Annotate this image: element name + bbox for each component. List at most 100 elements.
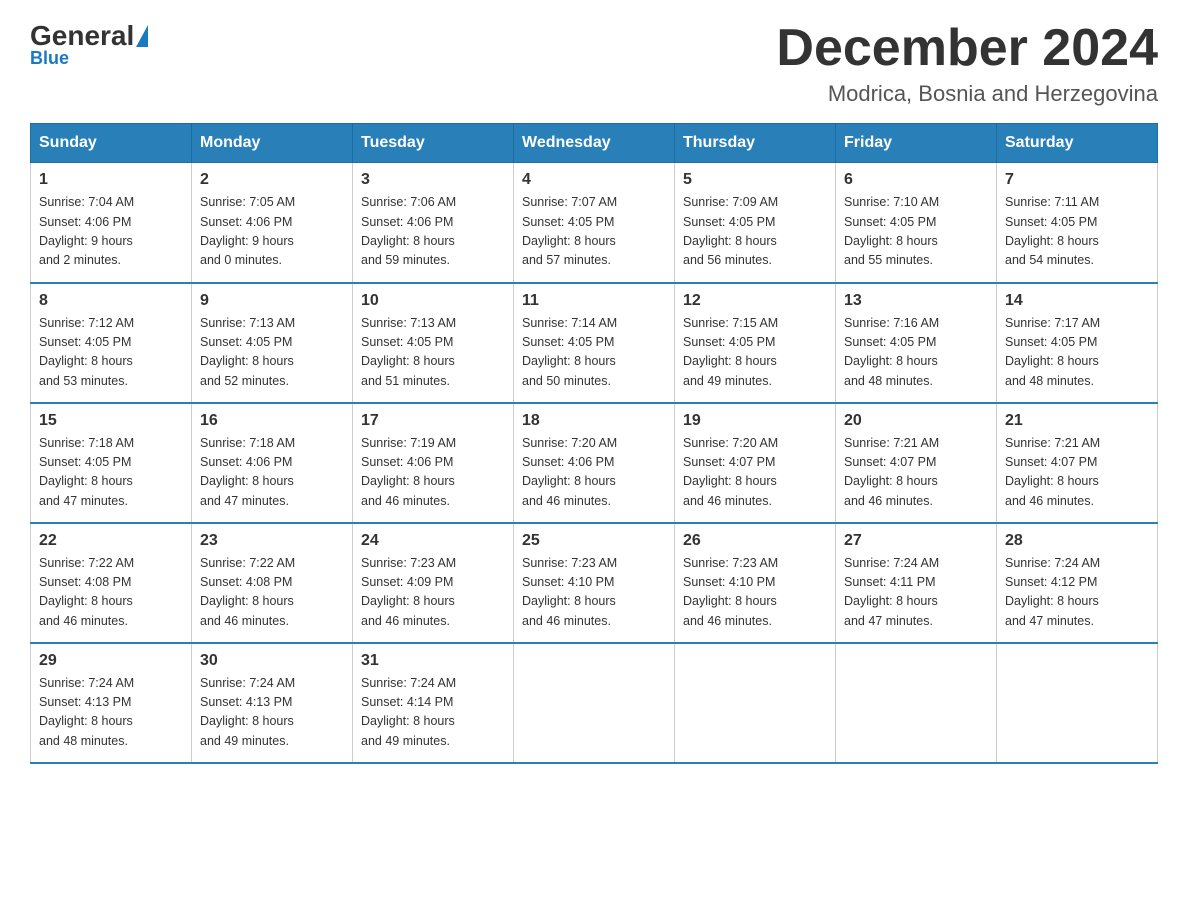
day-number: 7 xyxy=(1005,171,1149,189)
day-info: Sunrise: 7:07 AMSunset: 4:05 PMDaylight:… xyxy=(522,193,666,271)
header-monday: Monday xyxy=(192,124,353,163)
calendar-day-cell: 20 Sunrise: 7:21 AMSunset: 4:07 PMDaylig… xyxy=(836,403,997,523)
calendar-day-cell: 27 Sunrise: 7:24 AMSunset: 4:11 PMDaylig… xyxy=(836,523,997,643)
day-number: 15 xyxy=(39,412,183,430)
day-number: 14 xyxy=(1005,292,1149,310)
day-number: 11 xyxy=(522,292,666,310)
logo-triangle-icon xyxy=(136,25,148,47)
day-info: Sunrise: 7:10 AMSunset: 4:05 PMDaylight:… xyxy=(844,193,988,271)
day-info: Sunrise: 7:18 AMSunset: 4:05 PMDaylight:… xyxy=(39,434,183,512)
calendar-day-cell: 5 Sunrise: 7:09 AMSunset: 4:05 PMDayligh… xyxy=(675,163,836,283)
calendar-day-cell xyxy=(675,643,836,763)
day-info: Sunrise: 7:23 AMSunset: 4:10 PMDaylight:… xyxy=(683,554,827,632)
day-number: 1 xyxy=(39,171,183,189)
calendar-day-cell: 18 Sunrise: 7:20 AMSunset: 4:06 PMDaylig… xyxy=(514,403,675,523)
calendar-day-cell xyxy=(836,643,997,763)
day-number: 4 xyxy=(522,171,666,189)
day-info: Sunrise: 7:19 AMSunset: 4:06 PMDaylight:… xyxy=(361,434,505,512)
day-info: Sunrise: 7:24 AMSunset: 4:12 PMDaylight:… xyxy=(1005,554,1149,632)
calendar-day-cell: 7 Sunrise: 7:11 AMSunset: 4:05 PMDayligh… xyxy=(997,163,1158,283)
calendar-day-cell: 2 Sunrise: 7:05 AMSunset: 4:06 PMDayligh… xyxy=(192,163,353,283)
location-subtitle: Modrica, Bosnia and Herzegovina xyxy=(776,81,1158,107)
calendar-day-cell xyxy=(997,643,1158,763)
day-number: 19 xyxy=(683,412,827,430)
calendar-day-cell: 19 Sunrise: 7:20 AMSunset: 4:07 PMDaylig… xyxy=(675,403,836,523)
calendar-table: Sunday Monday Tuesday Wednesday Thursday… xyxy=(30,123,1158,764)
calendar-day-cell: 4 Sunrise: 7:07 AMSunset: 4:05 PMDayligh… xyxy=(514,163,675,283)
day-number: 9 xyxy=(200,292,344,310)
header-thursday: Thursday xyxy=(675,124,836,163)
day-info: Sunrise: 7:13 AMSunset: 4:05 PMDaylight:… xyxy=(200,314,344,392)
calendar-day-cell: 6 Sunrise: 7:10 AMSunset: 4:05 PMDayligh… xyxy=(836,163,997,283)
calendar-day-cell: 30 Sunrise: 7:24 AMSunset: 4:13 PMDaylig… xyxy=(192,643,353,763)
calendar-day-cell: 15 Sunrise: 7:18 AMSunset: 4:05 PMDaylig… xyxy=(31,403,192,523)
day-number: 13 xyxy=(844,292,988,310)
day-info: Sunrise: 7:24 AMSunset: 4:11 PMDaylight:… xyxy=(844,554,988,632)
calendar-day-cell: 13 Sunrise: 7:16 AMSunset: 4:05 PMDaylig… xyxy=(836,283,997,403)
day-info: Sunrise: 7:21 AMSunset: 4:07 PMDaylight:… xyxy=(844,434,988,512)
calendar-day-cell: 12 Sunrise: 7:15 AMSunset: 4:05 PMDaylig… xyxy=(675,283,836,403)
calendar-day-cell: 22 Sunrise: 7:22 AMSunset: 4:08 PMDaylig… xyxy=(31,523,192,643)
day-info: Sunrise: 7:11 AMSunset: 4:05 PMDaylight:… xyxy=(1005,193,1149,271)
logo-blue-text: Blue xyxy=(30,48,69,69)
day-info: Sunrise: 7:21 AMSunset: 4:07 PMDaylight:… xyxy=(1005,434,1149,512)
calendar-week-row: 15 Sunrise: 7:18 AMSunset: 4:05 PMDaylig… xyxy=(31,403,1158,523)
day-info: Sunrise: 7:13 AMSunset: 4:05 PMDaylight:… xyxy=(361,314,505,392)
title-area: December 2024 Modrica, Bosnia and Herzeg… xyxy=(776,20,1158,107)
calendar-day-cell: 17 Sunrise: 7:19 AMSunset: 4:06 PMDaylig… xyxy=(353,403,514,523)
day-info: Sunrise: 7:16 AMSunset: 4:05 PMDaylight:… xyxy=(844,314,988,392)
calendar-day-cell: 21 Sunrise: 7:21 AMSunset: 4:07 PMDaylig… xyxy=(997,403,1158,523)
day-number: 30 xyxy=(200,652,344,670)
calendar-week-row: 8 Sunrise: 7:12 AMSunset: 4:05 PMDayligh… xyxy=(31,283,1158,403)
calendar-day-cell xyxy=(514,643,675,763)
header-sunday: Sunday xyxy=(31,124,192,163)
calendar-day-cell: 25 Sunrise: 7:23 AMSunset: 4:10 PMDaylig… xyxy=(514,523,675,643)
day-info: Sunrise: 7:23 AMSunset: 4:09 PMDaylight:… xyxy=(361,554,505,632)
day-info: Sunrise: 7:09 AMSunset: 4:05 PMDaylight:… xyxy=(683,193,827,271)
day-info: Sunrise: 7:24 AMSunset: 4:13 PMDaylight:… xyxy=(200,674,344,752)
logo-area: General Blue xyxy=(30,20,146,69)
day-info: Sunrise: 7:20 AMSunset: 4:06 PMDaylight:… xyxy=(522,434,666,512)
calendar-day-cell: 11 Sunrise: 7:14 AMSunset: 4:05 PMDaylig… xyxy=(514,283,675,403)
day-number: 27 xyxy=(844,532,988,550)
month-title: December 2024 xyxy=(776,20,1158,77)
day-info: Sunrise: 7:12 AMSunset: 4:05 PMDaylight:… xyxy=(39,314,183,392)
calendar-week-row: 29 Sunrise: 7:24 AMSunset: 4:13 PMDaylig… xyxy=(31,643,1158,763)
calendar-header-row: Sunday Monday Tuesday Wednesday Thursday… xyxy=(31,124,1158,163)
day-info: Sunrise: 7:22 AMSunset: 4:08 PMDaylight:… xyxy=(39,554,183,632)
calendar-week-row: 1 Sunrise: 7:04 AMSunset: 4:06 PMDayligh… xyxy=(31,163,1158,283)
day-number: 16 xyxy=(200,412,344,430)
calendar-day-cell: 26 Sunrise: 7:23 AMSunset: 4:10 PMDaylig… xyxy=(675,523,836,643)
day-info: Sunrise: 7:14 AMSunset: 4:05 PMDaylight:… xyxy=(522,314,666,392)
calendar-day-cell: 9 Sunrise: 7:13 AMSunset: 4:05 PMDayligh… xyxy=(192,283,353,403)
day-number: 5 xyxy=(683,171,827,189)
day-number: 22 xyxy=(39,532,183,550)
day-info: Sunrise: 7:18 AMSunset: 4:06 PMDaylight:… xyxy=(200,434,344,512)
day-info: Sunrise: 7:17 AMSunset: 4:05 PMDaylight:… xyxy=(1005,314,1149,392)
day-info: Sunrise: 7:20 AMSunset: 4:07 PMDaylight:… xyxy=(683,434,827,512)
day-number: 20 xyxy=(844,412,988,430)
day-number: 6 xyxy=(844,171,988,189)
day-number: 12 xyxy=(683,292,827,310)
day-number: 8 xyxy=(39,292,183,310)
page-header: General Blue December 2024 Modrica, Bosn… xyxy=(30,20,1158,107)
day-info: Sunrise: 7:24 AMSunset: 4:13 PMDaylight:… xyxy=(39,674,183,752)
calendar-day-cell: 8 Sunrise: 7:12 AMSunset: 4:05 PMDayligh… xyxy=(31,283,192,403)
day-number: 3 xyxy=(361,171,505,189)
day-number: 17 xyxy=(361,412,505,430)
day-number: 26 xyxy=(683,532,827,550)
day-number: 21 xyxy=(1005,412,1149,430)
day-info: Sunrise: 7:24 AMSunset: 4:14 PMDaylight:… xyxy=(361,674,505,752)
day-number: 24 xyxy=(361,532,505,550)
calendar-day-cell: 3 Sunrise: 7:06 AMSunset: 4:06 PMDayligh… xyxy=(353,163,514,283)
day-info: Sunrise: 7:05 AMSunset: 4:06 PMDaylight:… xyxy=(200,193,344,271)
day-info: Sunrise: 7:06 AMSunset: 4:06 PMDaylight:… xyxy=(361,193,505,271)
day-number: 2 xyxy=(200,171,344,189)
day-info: Sunrise: 7:04 AMSunset: 4:06 PMDaylight:… xyxy=(39,193,183,271)
calendar-day-cell: 29 Sunrise: 7:24 AMSunset: 4:13 PMDaylig… xyxy=(31,643,192,763)
day-info: Sunrise: 7:15 AMSunset: 4:05 PMDaylight:… xyxy=(683,314,827,392)
day-info: Sunrise: 7:22 AMSunset: 4:08 PMDaylight:… xyxy=(200,554,344,632)
header-tuesday: Tuesday xyxy=(353,124,514,163)
calendar-day-cell: 16 Sunrise: 7:18 AMSunset: 4:06 PMDaylig… xyxy=(192,403,353,523)
header-wednesday: Wednesday xyxy=(514,124,675,163)
